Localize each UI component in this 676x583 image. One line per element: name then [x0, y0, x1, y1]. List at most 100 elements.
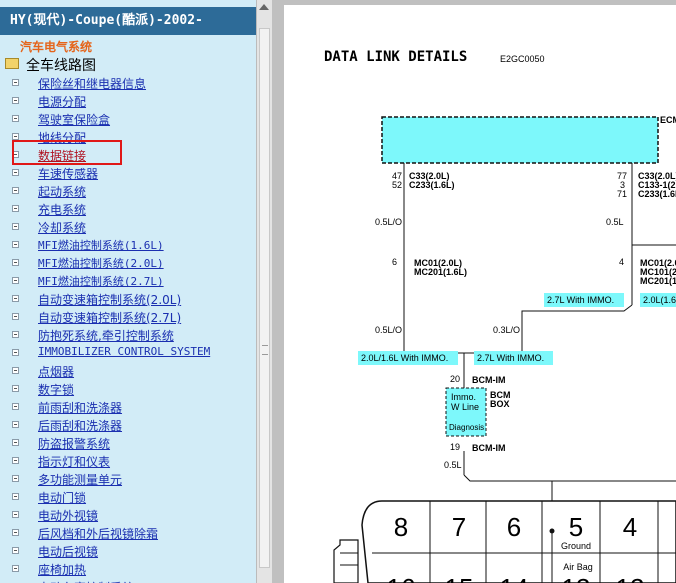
- tree-item[interactable]: 防抱死系统,牵引控制系统: [0, 326, 256, 344]
- tree-node-icon: [12, 331, 19, 338]
- tree-node-icon: [12, 133, 19, 140]
- tree-item-link[interactable]: MFI燃油控制系统(2.7L): [38, 273, 164, 289]
- tree-node-icon: [12, 421, 19, 428]
- tree-item[interactable]: 点烟器: [0, 362, 256, 380]
- tree-item[interactable]: 充电系统: [0, 200, 256, 218]
- tree-node-icon: [12, 475, 19, 482]
- dlc-pin-6: 6: [507, 512, 521, 542]
- wire-left-label: 0.5L/O: [375, 217, 402, 227]
- tree-node-icon: [12, 403, 19, 410]
- tag-20-16-immo-text: 2.0L/1.6L With IMMO.: [361, 353, 448, 363]
- dlc-pin-5: 5: [569, 512, 583, 542]
- bcm-pin-20: 20: [450, 374, 460, 384]
- tree-item[interactable]: 后风档和外后视镜除霜: [0, 524, 256, 542]
- tree-node-icon: [12, 205, 19, 212]
- tree-item-link[interactable]: 起动系统: [38, 183, 86, 200]
- ecm-conn-c233-r: C233(1.6L): [638, 189, 676, 199]
- tree-item[interactable]: MFI燃油控制系统(2.0L): [0, 254, 256, 272]
- dlc-pin-13: 13: [562, 573, 591, 583]
- wire-bottom-label: 0.5L: [444, 460, 462, 470]
- tree-item[interactable]: MFI燃油控制系统(2.7L): [0, 272, 256, 290]
- tree-item[interactable]: 电动门锁: [0, 488, 256, 506]
- tree-root-label[interactable]: 全车线路图: [26, 55, 96, 75]
- tree-item[interactable]: 自动变速箱控制系统(2.0L): [0, 290, 256, 308]
- splitter[interactable]: [272, 0, 284, 583]
- scrollbar-grip-icon: [262, 345, 268, 355]
- tree-node-icon: [12, 547, 19, 554]
- tree-item-link[interactable]: 多功能测量单元: [38, 471, 122, 488]
- dlc-pin-7: 7: [452, 512, 466, 542]
- tree-node-icon: [12, 169, 19, 176]
- tree-node-icon: [12, 385, 19, 392]
- dlc-airbag-label: Air Bag: [563, 562, 593, 572]
- tree-node-icon: [12, 295, 19, 302]
- tree-item-link[interactable]: 保险丝和继电器信息: [38, 75, 146, 92]
- tree-node-icon: [12, 313, 19, 320]
- tag-27l-immo-b-text: 2.7L With IMMO.: [477, 353, 544, 363]
- wiring-diagram: DATA LINK DETAILS E2GC0050 ECM 47 52 C33…: [324, 49, 676, 583]
- tree-item[interactable]: 防盗报警系统: [0, 434, 256, 452]
- dlc-pin-4: 4: [623, 512, 637, 542]
- tree-item-link[interactable]: 充电系统: [38, 201, 86, 218]
- tree-item[interactable]: 数字锁: [0, 380, 256, 398]
- tree-item-link[interactable]: 数字锁: [38, 381, 74, 398]
- tree-item[interactable]: 前雨刮和洗涤器: [0, 398, 256, 416]
- tree-item[interactable]: MFI燃油控制系统(1.6L): [0, 236, 256, 254]
- tree-item[interactable]: 电动后视镜: [0, 542, 256, 560]
- tree-item-link[interactable]: 后风档和外后视镜除霜: [38, 525, 158, 542]
- folder-icon: [5, 58, 19, 69]
- tree-item-link[interactable]: 后雨刮和洗涤器: [38, 417, 122, 434]
- tree-item-link[interactable]: 车速传感器: [38, 165, 98, 182]
- diagram-title: DATA LINK DETAILS: [324, 49, 467, 65]
- tree-item[interactable]: 冷却系统: [0, 218, 256, 236]
- tree-item[interactable]: 电动外视镜: [0, 506, 256, 524]
- tree-item-link[interactable]: 自动变速箱控制系统(2.0L): [38, 291, 181, 308]
- bcm-pin-19: 19: [450, 442, 460, 452]
- dlc-pin-16: 16: [387, 573, 416, 583]
- tree-item-link[interactable]: 电动车窗控制系统: [38, 579, 134, 583]
- tree-item[interactable]: 后雨刮和洗涤器: [0, 416, 256, 434]
- bcm-bottom-name: BCM-IM: [472, 443, 506, 453]
- tree-item-link[interactable]: 自动变速箱控制系统(2.7L): [38, 309, 181, 326]
- scrollbar-thumb[interactable]: [259, 28, 270, 568]
- tree-item[interactable]: 保险丝和继电器信息: [0, 74, 256, 92]
- tree-item-link[interactable]: 点烟器: [38, 363, 74, 380]
- tree-item[interactable]: 座椅加热: [0, 560, 256, 578]
- bcm-line-2: W Line: [451, 402, 479, 412]
- tree-item-link[interactable]: 电动后视镜: [38, 543, 98, 560]
- tree-item[interactable]: 电源分配: [0, 92, 256, 110]
- tree-item[interactable]: 起动系统: [0, 182, 256, 200]
- ecm-conn-c233: C233(1.6L): [409, 180, 455, 190]
- bcm-name-2: BOX: [490, 399, 510, 409]
- tree-node-icon: [12, 277, 19, 284]
- tree-item-link[interactable]: MFI燃油控制系统(2.0L): [38, 255, 164, 271]
- tree-item-link[interactable]: 电源分配: [38, 93, 86, 110]
- vertical-scrollbar[interactable]: [256, 0, 272, 583]
- tree-node-icon: [12, 367, 19, 374]
- tree-item-link[interactable]: 冷却系统: [38, 219, 86, 236]
- tree-node-icon: [12, 259, 19, 266]
- tree-item[interactable]: IMMOBILIZER CONTROL SYSTEM: [0, 344, 256, 362]
- tree-item[interactable]: 多功能测量单元: [0, 470, 256, 488]
- tree-item[interactable]: 驾驶室保险盒: [0, 110, 256, 128]
- tree-item-link[interactable]: 防盗报警系统: [38, 435, 110, 452]
- tree-item-link[interactable]: 前雨刮和洗涤器: [38, 399, 122, 416]
- tree-item-link[interactable]: 防抱死系统,牵引控制系统: [38, 327, 174, 344]
- selection-highlight-box: [12, 140, 122, 165]
- dlc-pin-14: 14: [500, 573, 529, 583]
- tree-item-link[interactable]: 电动门锁: [38, 489, 86, 506]
- tree-item-link[interactable]: 电动外视镜: [38, 507, 98, 524]
- tree-item-link[interactable]: 座椅加热: [38, 561, 86, 578]
- tree-item[interactable]: 自动变速箱控制系统(2.7L): [0, 308, 256, 326]
- dlc-ground-label: Ground: [561, 541, 591, 551]
- tree-item-link[interactable]: MFI燃油控制系统(1.6L): [38, 237, 164, 253]
- tree-item-link[interactable]: IMMOBILIZER CONTROL SYSTEM: [38, 345, 210, 358]
- tree-item[interactable]: 车速传感器: [0, 164, 256, 182]
- scroll-up-arrow-icon[interactable]: [259, 4, 269, 10]
- diagram-viewer: DATA LINK DETAILS E2GC0050 ECM 47 52 C33…: [284, 5, 676, 583]
- tree-item-link[interactable]: 驾驶室保险盒: [38, 111, 110, 128]
- tree-item[interactable]: 指示灯和仪表: [0, 452, 256, 470]
- bcm-line-1: Immo.: [451, 392, 476, 402]
- tree-item[interactable]: 电动车窗控制系统: [0, 578, 256, 583]
- tree-item-link[interactable]: 指示灯和仪表: [38, 453, 110, 470]
